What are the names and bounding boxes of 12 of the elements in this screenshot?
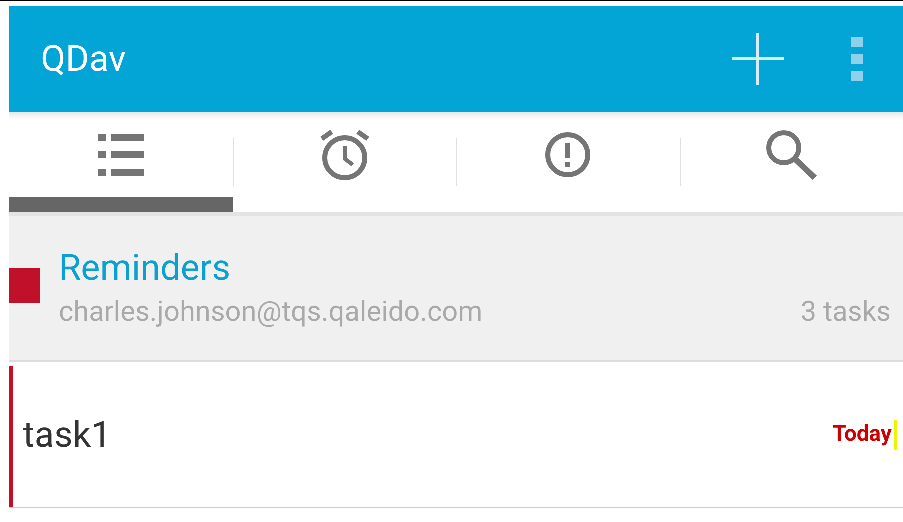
search-icon — [764, 128, 820, 180]
exclamation-circle-icon — [544, 130, 592, 178]
task-title: task1 — [23, 412, 112, 458]
due-date: Today — [832, 421, 892, 449]
account-email: charles.johnson@tqs.qaleido.com — [59, 294, 483, 330]
due-marker — [894, 420, 897, 450]
task-count: 3 tasks — [800, 294, 891, 330]
app-title: QDav — [41, 37, 128, 82]
task-row[interactable]: task1 Today — [9, 366, 903, 508]
alarm-clock-icon — [320, 128, 370, 180]
add-icon[interactable] — [731, 32, 785, 86]
list-title: Reminders — [59, 246, 231, 290]
